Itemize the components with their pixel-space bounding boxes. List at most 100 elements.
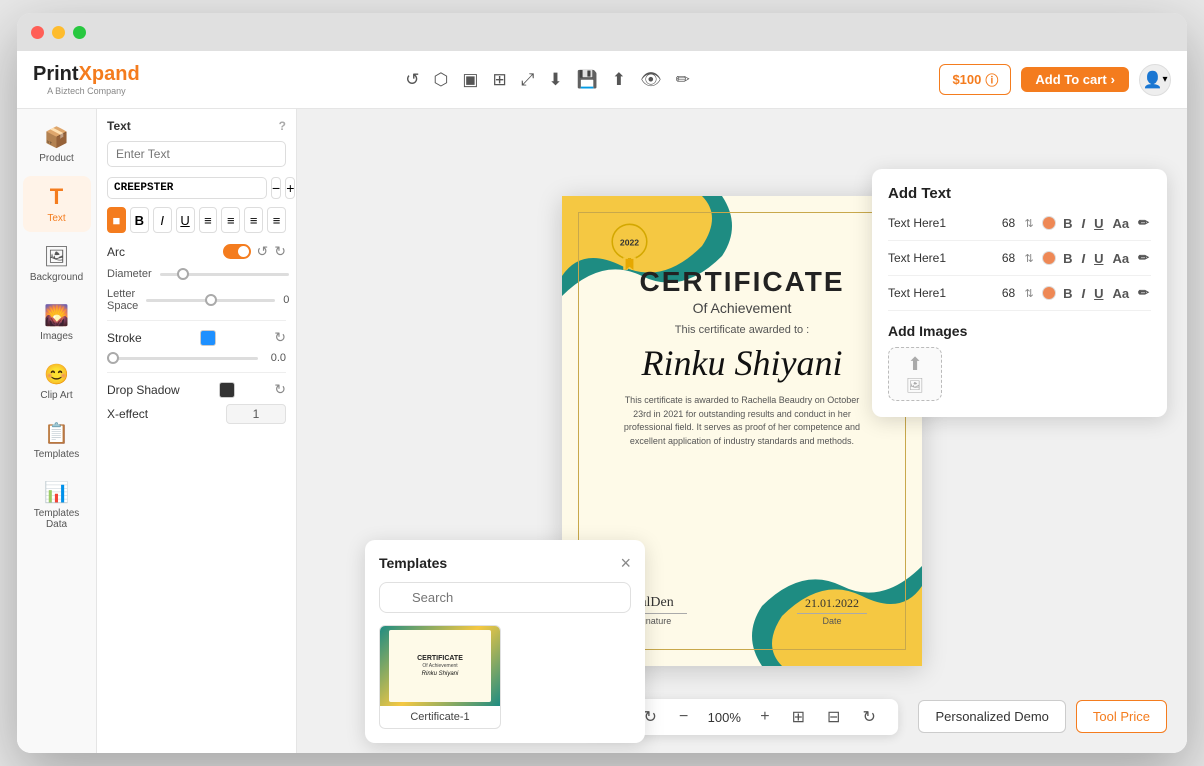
- stroke-color[interactable]: [200, 330, 216, 346]
- template-grid: CERTIFICATE Of Achievement Rinku Shiyani…: [379, 625, 631, 729]
- italic-btn[interactable]: I: [153, 207, 172, 233]
- sidebar-item-clipart[interactable]: 😊 Clip Art: [23, 354, 91, 409]
- zoom-out-button[interactable]: −: [673, 706, 694, 728]
- edit-2[interactable]: ✏: [1136, 249, 1151, 267]
- image-placeholder-icon[interactable]: ▣: [462, 70, 478, 90]
- font-selector[interactable]: [107, 177, 267, 199]
- letter-space-slider[interactable]: [146, 299, 275, 302]
- bottom-buttons: Personalized Demo Tool Price: [918, 700, 1167, 733]
- edit-pen-icon[interactable]: ✏: [676, 70, 690, 90]
- eye-icon[interactable]: 👁: [640, 70, 662, 90]
- aa-1[interactable]: Aa: [1110, 215, 1131, 232]
- bold-2[interactable]: B: [1061, 250, 1074, 267]
- template-card-1[interactable]: CERTIFICATE Of Achievement Rinku Shiyani…: [379, 625, 501, 729]
- text-row-3-controls: ⇅ B I U Aa ✏: [1021, 284, 1151, 302]
- add-images-title: Add Images: [888, 323, 1151, 339]
- aa-2[interactable]: Aa: [1110, 250, 1131, 267]
- text-row-2-size: 68: [996, 251, 1021, 265]
- sidebar-icons: 📦 Product T Text 🖼 Background 🌄 Images 😊: [17, 109, 97, 753]
- search-wrapper: 🔍: [379, 582, 631, 625]
- header: PrintXpand A Biztech Company ↺ ⬡ ▣ ⊞ ⤢ ⬇…: [17, 51, 1187, 109]
- cert-date: 21.01.2022 Date: [797, 596, 867, 626]
- grid-view2-button[interactable]: ⊟: [821, 705, 846, 729]
- italic-2[interactable]: I: [1079, 250, 1087, 267]
- edit-1[interactable]: ✏: [1136, 214, 1151, 232]
- cert-awarded: This certificate awarded to :: [675, 324, 810, 336]
- minimize-button[interactable]: [52, 26, 65, 39]
- personalized-demo-button[interactable]: Personalized Demo: [918, 700, 1065, 733]
- sidebar-item-templates[interactable]: 📋 Templates: [23, 413, 91, 468]
- color-2[interactable]: [1042, 251, 1056, 265]
- stroke-slider[interactable]: [107, 357, 258, 360]
- add-to-cart-button[interactable]: Add To cart ›: [1021, 67, 1129, 92]
- expand-icon[interactable]: ⤢: [521, 70, 535, 90]
- align-right-btn[interactable]: ≡: [244, 207, 263, 233]
- size-icon-3[interactable]: ⇅: [1021, 285, 1037, 301]
- font-size-increase[interactable]: +: [285, 177, 295, 199]
- text-input[interactable]: [107, 141, 286, 167]
- edit-3[interactable]: ✏: [1136, 284, 1151, 302]
- size-icon-2[interactable]: ⇅: [1021, 250, 1037, 266]
- canvas-refresh-button[interactable]: ↻: [856, 705, 881, 729]
- arc-toggle[interactable]: [223, 244, 251, 259]
- diameter-row: Diameter 15%: [107, 268, 286, 280]
- help-icon[interactable]: ?: [279, 119, 286, 133]
- save-icon[interactable]: 💾: [577, 70, 598, 90]
- zoom-in-button[interactable]: +: [754, 706, 775, 728]
- stroke-refresh-icon[interactable]: ↻: [274, 329, 286, 346]
- sidebar-item-text[interactable]: T Text: [23, 176, 91, 232]
- diameter-slider[interactable]: [160, 273, 289, 276]
- grid-view1-button[interactable]: ⊞: [786, 705, 811, 729]
- size-icon-1[interactable]: ⇅: [1021, 215, 1037, 231]
- underline-2[interactable]: U: [1092, 250, 1105, 267]
- italic-1[interactable]: I: [1079, 215, 1087, 232]
- aa-3[interactable]: Aa: [1110, 285, 1131, 302]
- cert-content: CERTIFICATE Of Achievement This certific…: [562, 196, 922, 448]
- drop-shadow-row: Drop Shadow ↻: [107, 381, 286, 398]
- font-size-decrease[interactable]: −: [271, 177, 281, 199]
- align-left-btn[interactable]: ≡: [199, 207, 218, 233]
- templates-close-button[interactable]: ×: [620, 554, 631, 572]
- color-3[interactable]: [1042, 286, 1056, 300]
- arc-reset-icon[interactable]: ↺: [257, 243, 269, 260]
- justify-btn[interactable]: ≡: [267, 207, 286, 233]
- close-button[interactable]: [31, 26, 44, 39]
- stroke-value: 0.0: [266, 352, 286, 364]
- layers-icon[interactable]: ⊞: [492, 70, 506, 90]
- underline-btn[interactable]: U: [176, 207, 195, 233]
- user-avatar[interactable]: 👤▾: [1139, 64, 1171, 96]
- underline-1[interactable]: U: [1092, 215, 1105, 232]
- tool-price-button[interactable]: Tool Price: [1076, 700, 1167, 733]
- price-button[interactable]: $100 ⓘ: [939, 64, 1011, 95]
- underline-3[interactable]: U: [1092, 285, 1105, 302]
- images-icon: 🌄: [44, 303, 69, 328]
- text-row-1-controls: ⇅ B I U Aa ✏: [1021, 214, 1151, 232]
- image-upload-box[interactable]: ⬆ 🖼: [888, 347, 942, 401]
- bold-1[interactable]: B: [1061, 215, 1074, 232]
- color-btn[interactable]: ■: [107, 207, 126, 233]
- sidebar-label-clipart: Clip Art: [40, 390, 72, 401]
- text-row-1-label: Text Here1: [888, 216, 996, 230]
- sidebar-item-background[interactable]: 🖼 Background: [23, 236, 91, 291]
- bold-btn[interactable]: B: [130, 207, 149, 233]
- cert-shape-br: [742, 506, 922, 666]
- arc-refresh-icon[interactable]: ↻: [274, 243, 286, 260]
- align-center-btn[interactable]: ≡: [221, 207, 240, 233]
- color-1[interactable]: [1042, 216, 1056, 230]
- maximize-button[interactable]: [73, 26, 86, 39]
- titlebar: [17, 13, 1187, 51]
- sidebar-label-templates-data: Templates Data: [29, 508, 85, 530]
- download-icon[interactable]: ⬇: [548, 70, 562, 90]
- shadow-refresh-icon[interactable]: ↻: [274, 381, 286, 398]
- shadow-color[interactable]: [219, 382, 235, 398]
- app-body: PrintXpand A Biztech Company ↺ ⬡ ▣ ⊞ ⤢ ⬇…: [17, 51, 1187, 753]
- cube-icon[interactable]: ⬡: [434, 70, 449, 90]
- bold-3[interactable]: B: [1061, 285, 1074, 302]
- share-icon[interactable]: ⬆: [612, 70, 626, 90]
- templates-search-input[interactable]: [379, 582, 631, 613]
- italic-3[interactable]: I: [1079, 285, 1087, 302]
- sidebar-item-product[interactable]: 📦 Product: [23, 117, 91, 172]
- refresh-icon[interactable]: ↺: [405, 70, 419, 90]
- sidebar-item-templates-data[interactable]: 📊 Templates Data: [23, 472, 91, 538]
- sidebar-item-images[interactable]: 🌄 Images: [23, 295, 91, 350]
